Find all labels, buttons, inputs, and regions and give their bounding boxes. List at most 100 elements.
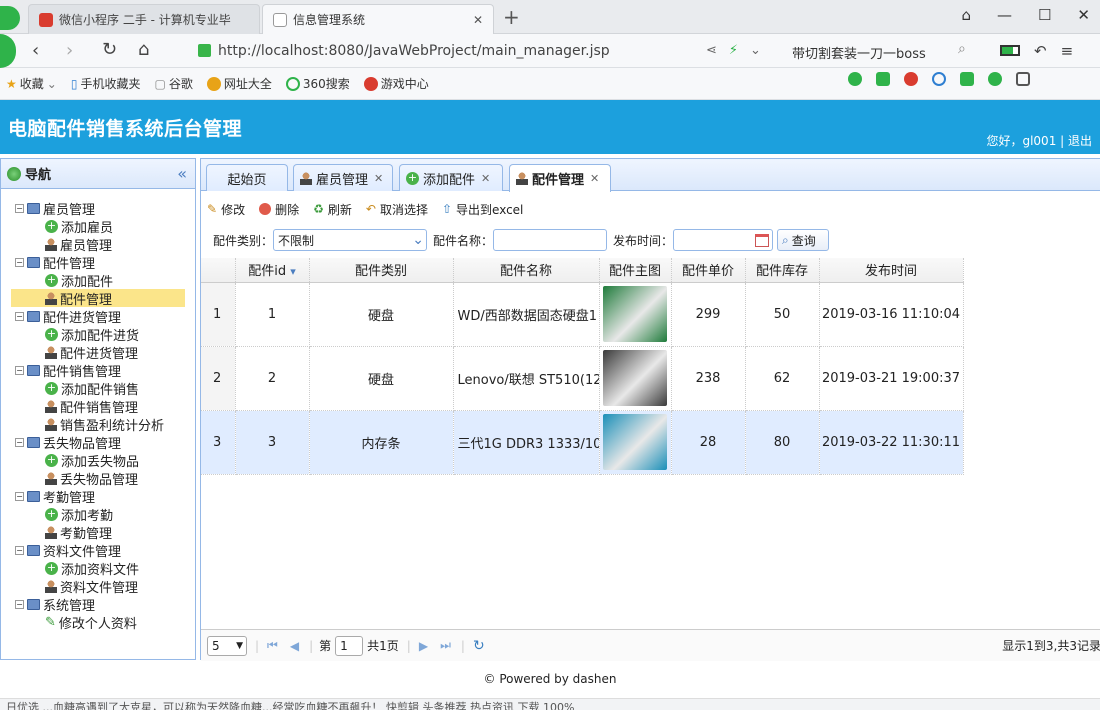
expand-icon[interactable]: − [15,491,24,501]
tree-item[interactable]: + 添加资料文件 [45,559,139,578]
page-size-select[interactable]: 5 ▼ [207,635,247,656]
expand-icon[interactable]: − [15,365,24,375]
tree-item[interactable]: + 添加配件进货 [45,325,139,344]
table-row[interactable]: 1 1 硬盘 WD/西部数据固态硬盘1 299 50 2019-03-16 11:10:04 [201,282,964,347]
expand-icon[interactable]: − [15,311,24,321]
last-page-icon[interactable]: ⏭ [440,638,451,653]
product-thumbnail[interactable] [603,350,667,406]
product-thumbnail[interactable] [603,286,667,342]
translate-icon[interactable] [876,72,890,86]
calendar-icon[interactable] [755,233,770,247]
expand-icon[interactable]: − [15,257,24,267]
bookmark-item[interactable]: 360搜索 [285,75,350,92]
tab-part-manage[interactable]: 配件管理 ✕ [509,164,611,192]
new-tab-button[interactable]: + [503,5,520,29]
expand-icon[interactable]: − [15,545,24,555]
scissors-icon[interactable] [904,72,918,86]
edit-button[interactable]: ✎ 修改 [207,201,245,218]
tree-item[interactable]: 配件销售管理 [45,397,138,416]
tree-item[interactable]: + 添加丢失物品 [45,451,139,470]
yen-icon[interactable] [988,72,1002,86]
page-input[interactable]: 1 [335,635,364,656]
tree-group[interactable]: − 配件进货管理 [15,307,121,326]
next-page-icon[interactable]: ▶ [419,639,428,653]
expand-icon[interactable]: − [15,599,24,609]
tree-item[interactable]: 丢失物品管理 [45,469,138,488]
expand-icon[interactable]: − [15,203,24,213]
tree-group[interactable]: − 资料文件管理 [15,541,121,560]
share-icon[interactable]: ⋖ [706,43,717,58]
gamepad-icon[interactable] [960,72,974,86]
column-header[interactable]: 配件类别 [309,258,454,283]
category-select[interactable]: 不限制 ⌄ [273,229,428,251]
expand-icon[interactable]: − [15,437,24,447]
tree-item[interactable]: 雇员管理 [45,235,112,254]
shirt-icon[interactable]: ⌂ [961,6,971,24]
tree-group[interactable]: − 丢失物品管理 [15,433,121,452]
search-icon[interactable]: ⌕ [958,41,966,57]
product-thumbnail[interactable] [603,414,667,470]
tree-group[interactable]: − 配件销售管理 [15,361,121,380]
tab-add-part[interactable]: + 添加配件 ✕ [399,164,503,191]
refresh-button[interactable]: ♻ 刷新 [313,201,352,218]
reload-icon[interactable]: ↻ [473,638,485,654]
maximize-icon[interactable]: ☐ [1038,6,1051,24]
tree-item[interactable]: 销售盈利统计分析 [45,415,164,434]
search-box[interactable]: 带切割套装一刀一boss [792,43,926,62]
bookmark-item[interactable]: ★ 收藏 ⌄ [6,75,57,92]
column-header[interactable]: 配件主图 [599,258,672,283]
table-row[interactable]: 2 2 硬盘 Lenovo/联想 ST510(12 238 62 2019-03-21 19… [201,346,964,411]
browser-logo-icon[interactable] [0,6,20,30]
chat-icon[interactable] [848,72,862,86]
table-row[interactable]: 3 3 内存条 三代1G DDR3 1333/10 28 80 2019-03-22 11:… [201,410,964,475]
forward-icon[interactable]: › [66,40,73,61]
grid-icon[interactable] [1016,72,1030,86]
prev-page-icon[interactable]: ◀ [290,639,299,653]
column-header[interactable]: 配件名称 [453,258,600,283]
column-header[interactable]: 发布时间 [819,258,964,283]
column-header[interactable]: 配件单价 [671,258,746,283]
back-icon[interactable]: ‹ [32,40,39,61]
name-input[interactable] [493,229,608,251]
url-text[interactable]: http://localhost:8080/JavaWebProject/mai… [218,43,610,59]
sort-desc-icon[interactable]: ▾ [290,265,296,278]
cancel-select-button[interactable]: ↶ 取消选择 [366,201,428,218]
home-icon[interactable]: ⌂ [138,39,149,60]
browser-tab-active[interactable]: 信息管理系统 ✕ [262,4,494,34]
bookmark-item[interactable]: 游戏中心 [363,75,429,92]
date-input[interactable] [673,229,774,251]
menu-icon[interactable]: ≡ [1061,42,1074,60]
close-tab-icon[interactable]: ✕ [473,13,483,27]
tree-group[interactable]: − 系统管理 [15,595,95,614]
browser-tab-inactive[interactable]: 微信小程序 二手 - 计算机专业毕 [28,4,260,34]
close-tab-icon[interactable]: ✕ [590,172,599,185]
bookmark-item[interactable]: ▢ 谷歌 [154,75,192,92]
bookmark-item[interactable]: ▯ 手机收藏夹 [71,75,141,92]
close-tab-icon[interactable]: ✕ [481,172,490,185]
query-button[interactable]: ⌕ 查询 [777,229,830,251]
tree-item[interactable]: 配件进货管理 [45,343,138,362]
first-page-icon[interactable]: ⏮ [267,638,278,653]
tree-item[interactable]: 资料文件管理 [45,577,138,596]
collapse-icon[interactable]: « [177,164,187,183]
tab-employee[interactable]: 雇员管理 ✕ [293,164,393,191]
tab-start[interactable]: 起始页 [206,164,288,191]
tree-item[interactable]: + 添加考勤 [45,505,113,524]
tree-item[interactable]: 配件管理 [11,289,185,308]
close-window-icon[interactable]: ✕ [1077,6,1090,24]
chevron-down-icon[interactable]: ⌄ [750,43,761,58]
tree-group[interactable]: − 配件管理 [15,253,95,272]
tree-item[interactable]: + 添加雇员 [45,217,113,236]
tree-group[interactable]: − 雇员管理 [15,199,95,218]
tree-item[interactable]: 考勤管理 [45,523,112,542]
tree-item[interactable]: + 添加配件销售 [45,379,139,398]
export-button[interactable]: ⇧ 导出到excel [442,201,523,218]
user-greeting[interactable]: 您好，gl001 | 退出 [986,132,1092,149]
column-header[interactable]: 配件id ▾ [235,258,310,283]
delete-button[interactable]: 删除 [259,201,299,218]
magnifier-icon[interactable] [932,72,946,86]
close-tab-icon[interactable]: ✕ [374,172,383,185]
reload-icon[interactable]: ↻ [102,39,117,60]
bookmark-item[interactable]: 网址大全 [206,75,272,92]
tree-item[interactable]: + 添加配件 [45,271,113,290]
